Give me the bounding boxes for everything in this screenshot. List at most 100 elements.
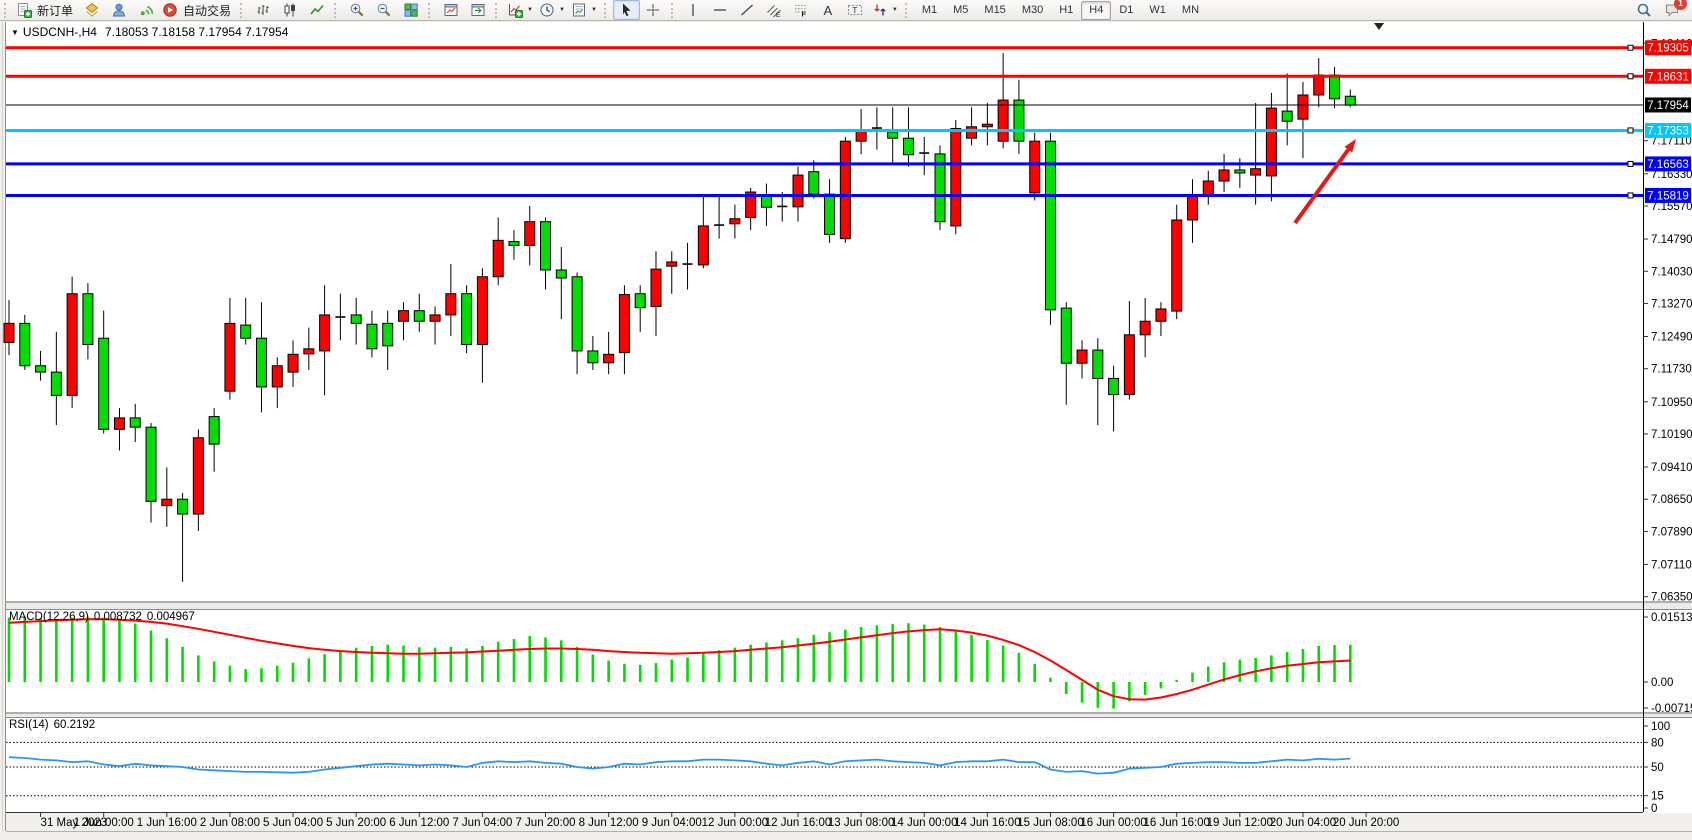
- candle-body: [793, 175, 803, 207]
- candle-body: [541, 222, 551, 270]
- arrows-button[interactable]: ▼: [869, 0, 901, 20]
- line-handle[interactable]: [1628, 161, 1633, 166]
- templates-button[interactable]: ▼: [568, 0, 600, 20]
- candle-body: [1156, 309, 1166, 321]
- line-handle[interactable]: [1628, 74, 1633, 79]
- dropdown-caret-icon[interactable]: ▼: [527, 7, 533, 13]
- pane-splitter[interactable]: [6, 603, 1692, 609]
- svg-text:80: 80: [1651, 737, 1664, 749]
- svg-text:F: F: [802, 10, 807, 19]
- svg-text:7 Jun 20:00: 7 Jun 20:00: [515, 817, 575, 829]
- add-indicator-button[interactable]: ▼: [504, 0, 536, 20]
- horizontal-line-icon: [712, 2, 728, 18]
- horizontal-line-button[interactable]: [707, 0, 734, 20]
- svg-text:1 Jun 00:00: 1 Jun 00:00: [74, 817, 134, 829]
- svg-text:16 Jun 00:00: 16 Jun 00:00: [1080, 817, 1147, 829]
- line-chart-icon: [309, 2, 325, 18]
- toolbar-group-grip: [495, 3, 501, 18]
- auto-arrange-button[interactable]: [437, 0, 464, 20]
- line-chart-button[interactable]: [303, 0, 330, 20]
- candle-body: [20, 323, 30, 365]
- svg-text:7.15819: 7.15819: [1647, 190, 1689, 202]
- candle-body: [572, 277, 582, 351]
- rsi-name: RSI(14): [9, 719, 49, 731]
- timeframe-m5-button[interactable]: M5: [945, 1, 976, 20]
- periods-button[interactable]: ▼: [536, 0, 568, 20]
- svg-text:20 Jun 04:00: 20 Jun 04:00: [1270, 817, 1337, 829]
- candle-body: [1077, 350, 1087, 363]
- svg-text:7.14030: 7.14030: [1651, 266, 1692, 278]
- chart-shift-button[interactable]: [464, 0, 491, 20]
- fibonacci-button[interactable]: F: [788, 0, 815, 20]
- vertical-line-button[interactable]: [680, 0, 707, 20]
- timeframe-h4-button[interactable]: H4: [1081, 1, 1111, 20]
- svg-text:5 Jun 20:00: 5 Jun 20:00: [326, 817, 386, 829]
- signals-button[interactable]: [132, 0, 159, 20]
- zoom-in-icon: [349, 2, 365, 18]
- candle-body: [130, 418, 140, 427]
- timeframe-m30-button[interactable]: M30: [1014, 1, 1051, 20]
- auto-trading-button[interactable]: 自动交易: [159, 0, 236, 20]
- pane-splitter[interactable]: [6, 714, 1692, 717]
- line-handle[interactable]: [1628, 45, 1633, 50]
- tile-windows-button[interactable]: [397, 0, 424, 20]
- candle-body: [1061, 308, 1071, 363]
- timeframe-h1-button[interactable]: H1: [1051, 1, 1081, 20]
- line-handle[interactable]: [1628, 128, 1633, 133]
- candle-body: [225, 323, 235, 391]
- gold-stack-icon: [84, 2, 100, 18]
- candle-body: [288, 354, 298, 372]
- timeframe-m15-button[interactable]: M15: [976, 1, 1013, 20]
- svg-text:0.00: 0.00: [1651, 677, 1673, 689]
- svg-text:7.08650: 7.08650: [1651, 494, 1692, 506]
- dropdown-caret-icon[interactable]: ▼: [892, 7, 898, 13]
- bars-chart-button[interactable]: [249, 0, 276, 20]
- collapse-icon[interactable]: ▼: [11, 28, 19, 37]
- text-button[interactable]: A: [815, 0, 842, 20]
- dropdown-caret-icon[interactable]: ▼: [591, 7, 597, 13]
- text-label-button[interactable]: T: [842, 0, 869, 20]
- timeframe-mn-button[interactable]: MN: [1174, 1, 1207, 20]
- main-toolbar: 新订单 自动交易 ▼ ▼ ▼ E FA T ▼ M1M5M15M30H1H4D1W1MN 1: [0, 0, 1692, 21]
- timeframe-m1-button[interactable]: M1: [914, 1, 945, 20]
- svg-text:12 Jun 16:00: 12 Jun 16:00: [765, 817, 832, 829]
- trendline-button[interactable]: [734, 0, 761, 20]
- expert-advisors-button[interactable]: [105, 0, 132, 20]
- expert-advisor-icon: [111, 2, 127, 18]
- candle-body: [414, 311, 424, 322]
- candle-body: [1345, 96, 1355, 105]
- zoom-in-button[interactable]: [343, 0, 370, 20]
- layouts-button[interactable]: [78, 0, 105, 20]
- equidistant-channel-button[interactable]: E: [761, 0, 788, 20]
- candle-body: [1172, 220, 1182, 311]
- notifications-button[interactable]: 1: [1664, 2, 1680, 18]
- candle-body: [83, 294, 93, 345]
- crosshair-button[interactable]: [640, 0, 667, 20]
- svg-text:20 Jun 20:00: 20 Jun 20:00: [1333, 817, 1400, 829]
- candle-body: [651, 269, 661, 306]
- timeframe-w1-button[interactable]: W1: [1141, 1, 1174, 20]
- candles-chart-button[interactable]: [276, 0, 303, 20]
- svg-text:T: T: [853, 5, 858, 15]
- chart-symbol-period: USDCNH-,H4: [23, 25, 97, 39]
- time-axis[interactable]: 31 May 20231 Jun 00:001 Jun 16:002 Jun 0…: [41, 813, 1400, 829]
- svg-text:14 Jun 16:00: 14 Jun 16:00: [954, 817, 1021, 829]
- candle-body: [446, 294, 456, 315]
- cursor-button[interactable]: [613, 0, 640, 20]
- search-button[interactable]: [1636, 2, 1652, 18]
- line-handle[interactable]: [1628, 193, 1633, 198]
- svg-text:6 Jun 12:00: 6 Jun 12:00: [389, 817, 449, 829]
- zoom-out-button[interactable]: [370, 0, 397, 20]
- candle-body: [67, 294, 77, 396]
- macd-indicator-label: MACD(12,26,9)0.0087320.004967: [9, 611, 195, 623]
- candle-body: [619, 295, 629, 353]
- svg-text:15: 15: [1651, 791, 1664, 803]
- candle-body: [588, 351, 598, 363]
- candle-body: [383, 323, 393, 345]
- timeframe-d1-button[interactable]: D1: [1111, 1, 1141, 20]
- new-order-button[interactable]: 新订单: [13, 0, 78, 20]
- candle-body: [525, 222, 535, 246]
- macd-signal-value: 0.004967: [147, 611, 195, 623]
- dropdown-caret-icon[interactable]: ▼: [559, 7, 565, 13]
- candle-body: [430, 315, 440, 321]
